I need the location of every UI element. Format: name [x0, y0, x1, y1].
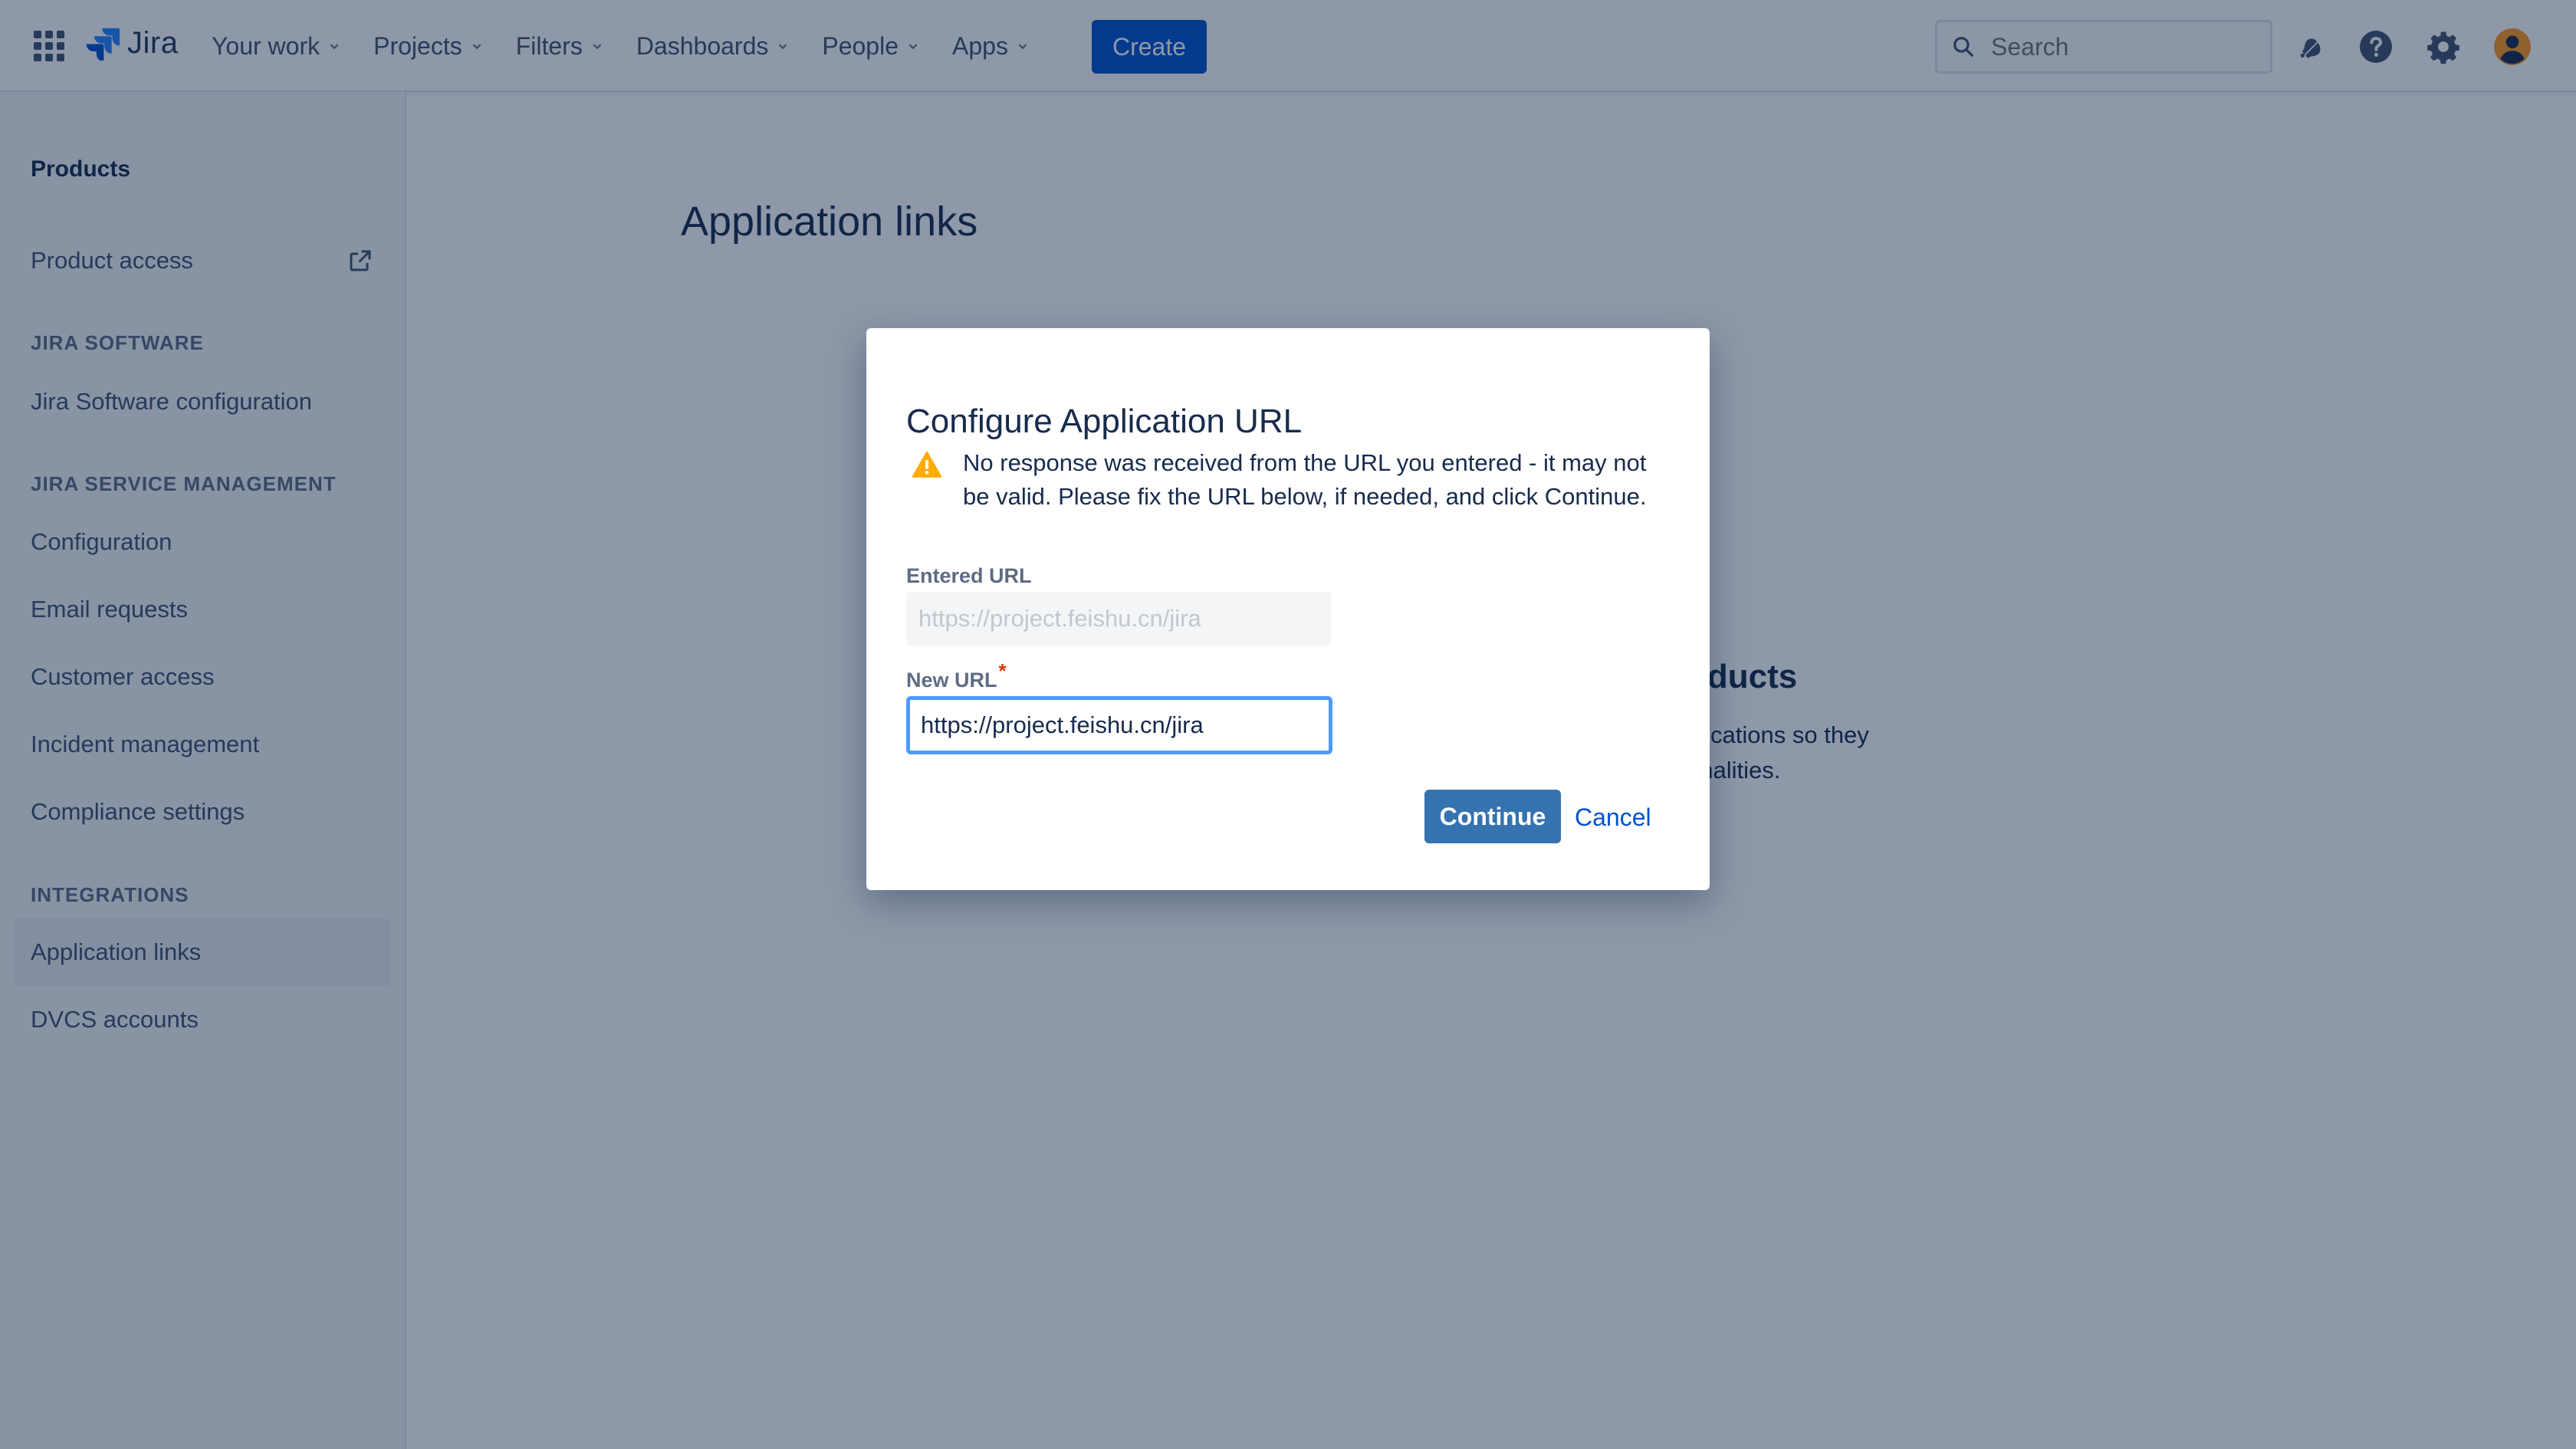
cancel-link[interactable]: Cancel [1575, 803, 1651, 832]
new-url-label-row: New URL* [906, 659, 1007, 692]
new-url-label: New URL [906, 669, 997, 692]
configure-url-dialog: Configure Application URL No response wa… [866, 328, 1710, 890]
warning-text: No response was received from the URL yo… [963, 449, 1647, 510]
new-url-field[interactable] [906, 696, 1332, 754]
dialog-title: Configure Application URL [906, 402, 1303, 440]
warning-message: No response was received from the URL yo… [911, 446, 1677, 514]
warning-icon [912, 451, 942, 478]
entered-url-field [906, 592, 1331, 646]
required-indicator: * [998, 659, 1007, 682]
continue-button[interactable]: Continue [1424, 790, 1561, 843]
entered-url-label: Entered URL [906, 564, 1032, 587]
